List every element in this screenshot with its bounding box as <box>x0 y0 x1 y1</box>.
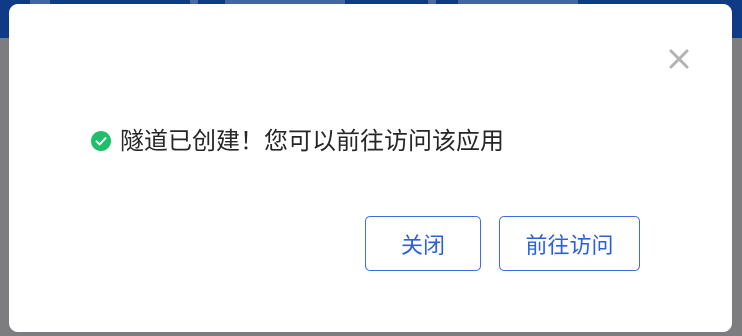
dialog-message: 隧道已创建！您可以前往访问该应用 <box>91 124 504 158</box>
page-overlay: 隧道已创建！您可以前往访问该应用 关闭 前往访问 <box>0 0 742 336</box>
close-button[interactable]: 关闭 <box>365 216 481 271</box>
check-circle-icon <box>91 131 111 151</box>
dialog-message-text: 隧道已创建！您可以前往访问该应用 <box>120 127 504 155</box>
tunnel-created-dialog: 隧道已创建！您可以前往访问该应用 关闭 前往访问 <box>9 4 732 332</box>
close-icon[interactable] <box>666 46 692 72</box>
go-visit-button[interactable]: 前往访问 <box>499 216 640 271</box>
